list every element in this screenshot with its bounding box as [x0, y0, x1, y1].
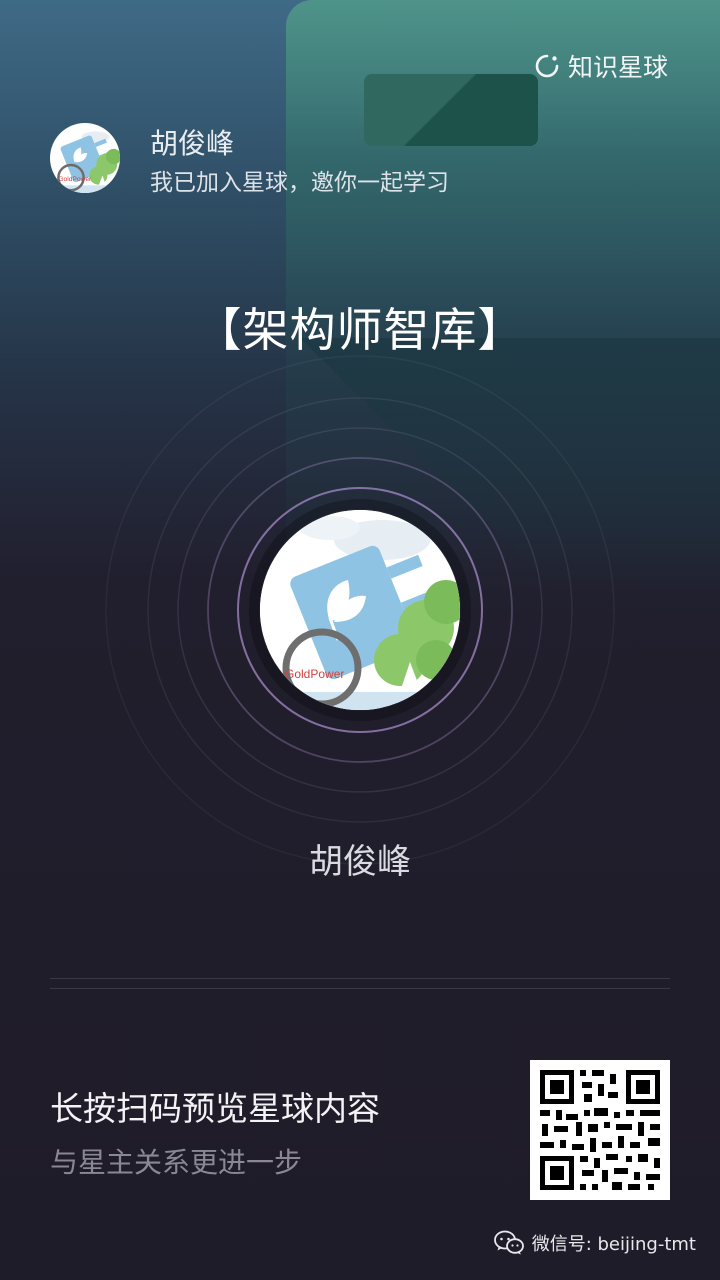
owner-avatar-image: GoldPower [50, 123, 120, 193]
cta-sub-text: 与星主关系更进一步 [50, 1146, 303, 1179]
footer-wechat-id: 微信号: beijing-tmt [493, 1230, 696, 1256]
divider-bottom [50, 988, 670, 989]
planet-avatar-image: GoldPower [260, 510, 460, 710]
cta-main-text: 长按扫码预览星球内容 [50, 1089, 380, 1128]
qr-code[interactable] [530, 1060, 670, 1200]
owner-invite-text: 我已加入星球，邀你一起学习 [150, 170, 449, 196]
qr-code-image [530, 1060, 670, 1200]
planet-avatar[interactable]: GoldPower [260, 510, 460, 710]
planet-avatar-text: GoldPower [285, 667, 344, 681]
footer-label: 微信号: beijing-tmt [531, 1234, 696, 1255]
planet-owner-name: 胡俊峰 [309, 842, 411, 882]
owner-avatar[interactable]: GoldPower [50, 123, 120, 193]
owner-name: 胡俊峰 [150, 127, 235, 160]
invite-card: 知识星球 GoldPower 胡俊峰 我已加入星球，邀你一起学习 【架构师智库】 [0, 0, 720, 1280]
brand: 知识星球 [534, 48, 668, 84]
owner-avatar-text: GoldPower [58, 176, 92, 183]
wechat-icon [493, 1230, 524, 1255]
brand-name: 知识星球 [567, 53, 668, 82]
background-window [364, 74, 538, 146]
planet-ring-icon [535, 54, 559, 78]
divider-top [50, 978, 670, 979]
